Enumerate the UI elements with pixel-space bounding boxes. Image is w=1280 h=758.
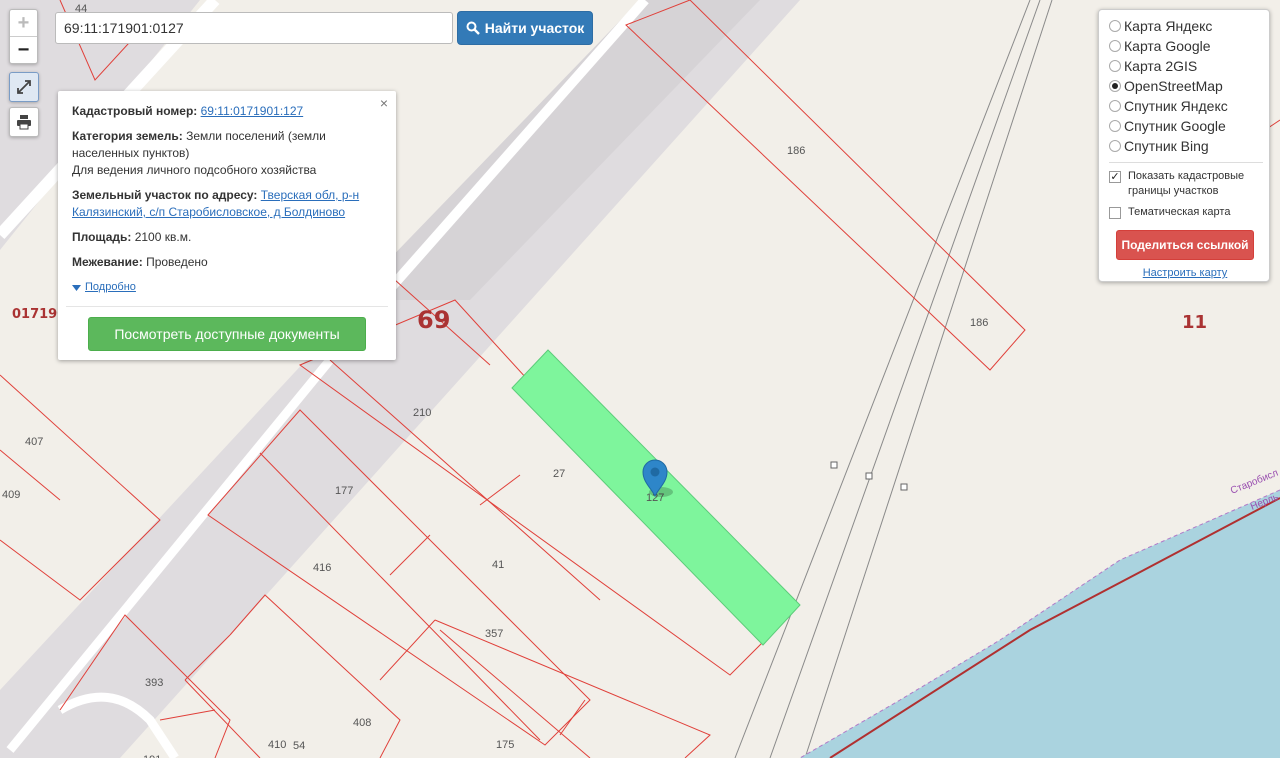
map-layers-panel: Карта Яндекс Карта Google Карта 2GIS Ope… bbox=[1098, 9, 1270, 282]
layer-option-label: Карта Яндекс bbox=[1124, 18, 1213, 34]
layer-option-label: Карта 2GIS bbox=[1124, 58, 1198, 74]
parcel-label: 186 bbox=[787, 145, 805, 157]
layer-option-openstreetmap[interactable]: OpenStreetMap bbox=[1109, 76, 1261, 96]
cadastral-row: Кадастровый номер: 69:11:0171901:127 bbox=[72, 103, 382, 120]
radio-button[interactable] bbox=[1109, 100, 1121, 112]
radio-button-selected[interactable] bbox=[1109, 80, 1121, 92]
layer-option-label: Спутник Bing bbox=[1124, 138, 1209, 154]
layer-option-bing-satellite[interactable]: Спутник Bing bbox=[1109, 136, 1261, 156]
show-boundaries-label: Показать кадастровые границы участков bbox=[1128, 170, 1245, 197]
parcel-label: 41 bbox=[492, 559, 504, 571]
thematic-map-checkbox[interactable] bbox=[1109, 207, 1121, 219]
cadastral-number-link[interactable]: 69:11:0171901:127 bbox=[201, 104, 304, 118]
details-link[interactable]: Подробно bbox=[85, 279, 136, 296]
address-row: Земельный участок по адресу: Тверская об… bbox=[72, 187, 382, 221]
parcel-label: 177 bbox=[335, 485, 353, 497]
parcel-label: 357 bbox=[485, 628, 503, 640]
area-label: Площадь: bbox=[72, 230, 132, 244]
expand-icon bbox=[17, 80, 31, 94]
parcel-label: 408 bbox=[353, 717, 371, 729]
survey-label: Межевание: bbox=[72, 255, 143, 269]
parcel-label: 410 bbox=[268, 739, 286, 751]
radio-button[interactable] bbox=[1109, 40, 1121, 52]
layer-option-google-satellite[interactable]: Спутник Google bbox=[1109, 116, 1261, 136]
parcel-label: 54 bbox=[293, 740, 305, 752]
layer-option-label: Спутник Яндекс bbox=[1124, 98, 1228, 114]
caret-down-icon bbox=[72, 284, 81, 291]
survey-value: Проведено bbox=[146, 255, 208, 269]
layer-option-yandex-satellite[interactable]: Спутник Яндекс bbox=[1109, 96, 1261, 116]
view-documents-button[interactable]: Посмотреть доступные документы bbox=[88, 317, 366, 351]
printer-icon bbox=[17, 115, 31, 130]
find-parcel-label: Найти участок bbox=[484, 20, 585, 36]
configure-map-link[interactable]: Настроить карту bbox=[1109, 267, 1261, 279]
layer-option-label: Спутник Google bbox=[1124, 118, 1226, 134]
parcel-label: 393 bbox=[145, 677, 163, 689]
parcel-label: 191 bbox=[143, 754, 161, 758]
block-label: 11 bbox=[1182, 312, 1207, 333]
thematic-map-label: Тематическая карта bbox=[1128, 206, 1231, 218]
thematic-map-option[interactable]: Тематическая карта bbox=[1109, 205, 1261, 220]
zoom-out-button[interactable]: − bbox=[10, 36, 37, 63]
parcel-label: 409 bbox=[2, 489, 20, 501]
usage-value: Для ведения личного подсобного хозяйства bbox=[72, 163, 317, 177]
radio-button[interactable] bbox=[1109, 120, 1121, 132]
zoom-control: + − bbox=[9, 9, 38, 64]
divider bbox=[1109, 162, 1263, 163]
category-row: Категория земель: Земли поселений (земли… bbox=[72, 128, 382, 179]
layer-option-label: Карта Google bbox=[1124, 38, 1211, 54]
layer-option-yandex-map[interactable]: Карта Яндекс bbox=[1109, 16, 1261, 36]
close-icon[interactable]: × bbox=[380, 95, 388, 112]
radio-button[interactable] bbox=[1109, 60, 1121, 72]
parcel-label: 210 bbox=[413, 407, 431, 419]
divider bbox=[66, 306, 388, 307]
category-label: Категория земель: bbox=[72, 129, 183, 143]
show-boundaries-checkbox[interactable]: ✓ bbox=[1109, 171, 1121, 183]
magnifier-icon bbox=[466, 21, 480, 35]
layer-option-label: OpenStreetMap bbox=[1124, 78, 1223, 94]
area-row: Площадь: 2100 кв.м. bbox=[72, 229, 382, 246]
block-label: 69 bbox=[417, 306, 450, 334]
details-toggle[interactable]: Подробно bbox=[72, 279, 382, 296]
share-link-button[interactable]: Поделиться ссылкой bbox=[1116, 230, 1254, 260]
survey-row: Межевание: Проведено bbox=[72, 254, 382, 271]
parcel-label: 407 bbox=[25, 436, 43, 448]
parcel-info-popup: × Кадастровый номер: 69:11:0171901:127 К… bbox=[58, 91, 396, 360]
parcel-label: 27 bbox=[553, 468, 565, 480]
show-boundaries-option[interactable]: ✓ Показать кадастровые границы участков bbox=[1109, 169, 1261, 199]
find-parcel-button[interactable]: Найти участок bbox=[457, 11, 593, 45]
zoom-in-button[interactable]: + bbox=[10, 10, 37, 36]
fullscreen-button[interactable] bbox=[9, 72, 39, 102]
print-button[interactable] bbox=[9, 107, 39, 137]
address-label: Земельный участок по адресу: bbox=[72, 188, 258, 202]
layer-option-google-map[interactable]: Карта Google bbox=[1109, 36, 1261, 56]
layer-option-2gis-map[interactable]: Карта 2GIS bbox=[1109, 56, 1261, 76]
search-input[interactable] bbox=[55, 12, 453, 44]
cadastral-label: Кадастровый номер: bbox=[72, 104, 198, 118]
radio-button[interactable] bbox=[1109, 20, 1121, 32]
parcel-label: 175 bbox=[496, 739, 514, 751]
radio-button[interactable] bbox=[1109, 140, 1121, 152]
area-value: 2100 кв.м. bbox=[134, 230, 192, 244]
parcel-label: 186 bbox=[970, 317, 988, 329]
parcel-label: 416 bbox=[313, 562, 331, 574]
